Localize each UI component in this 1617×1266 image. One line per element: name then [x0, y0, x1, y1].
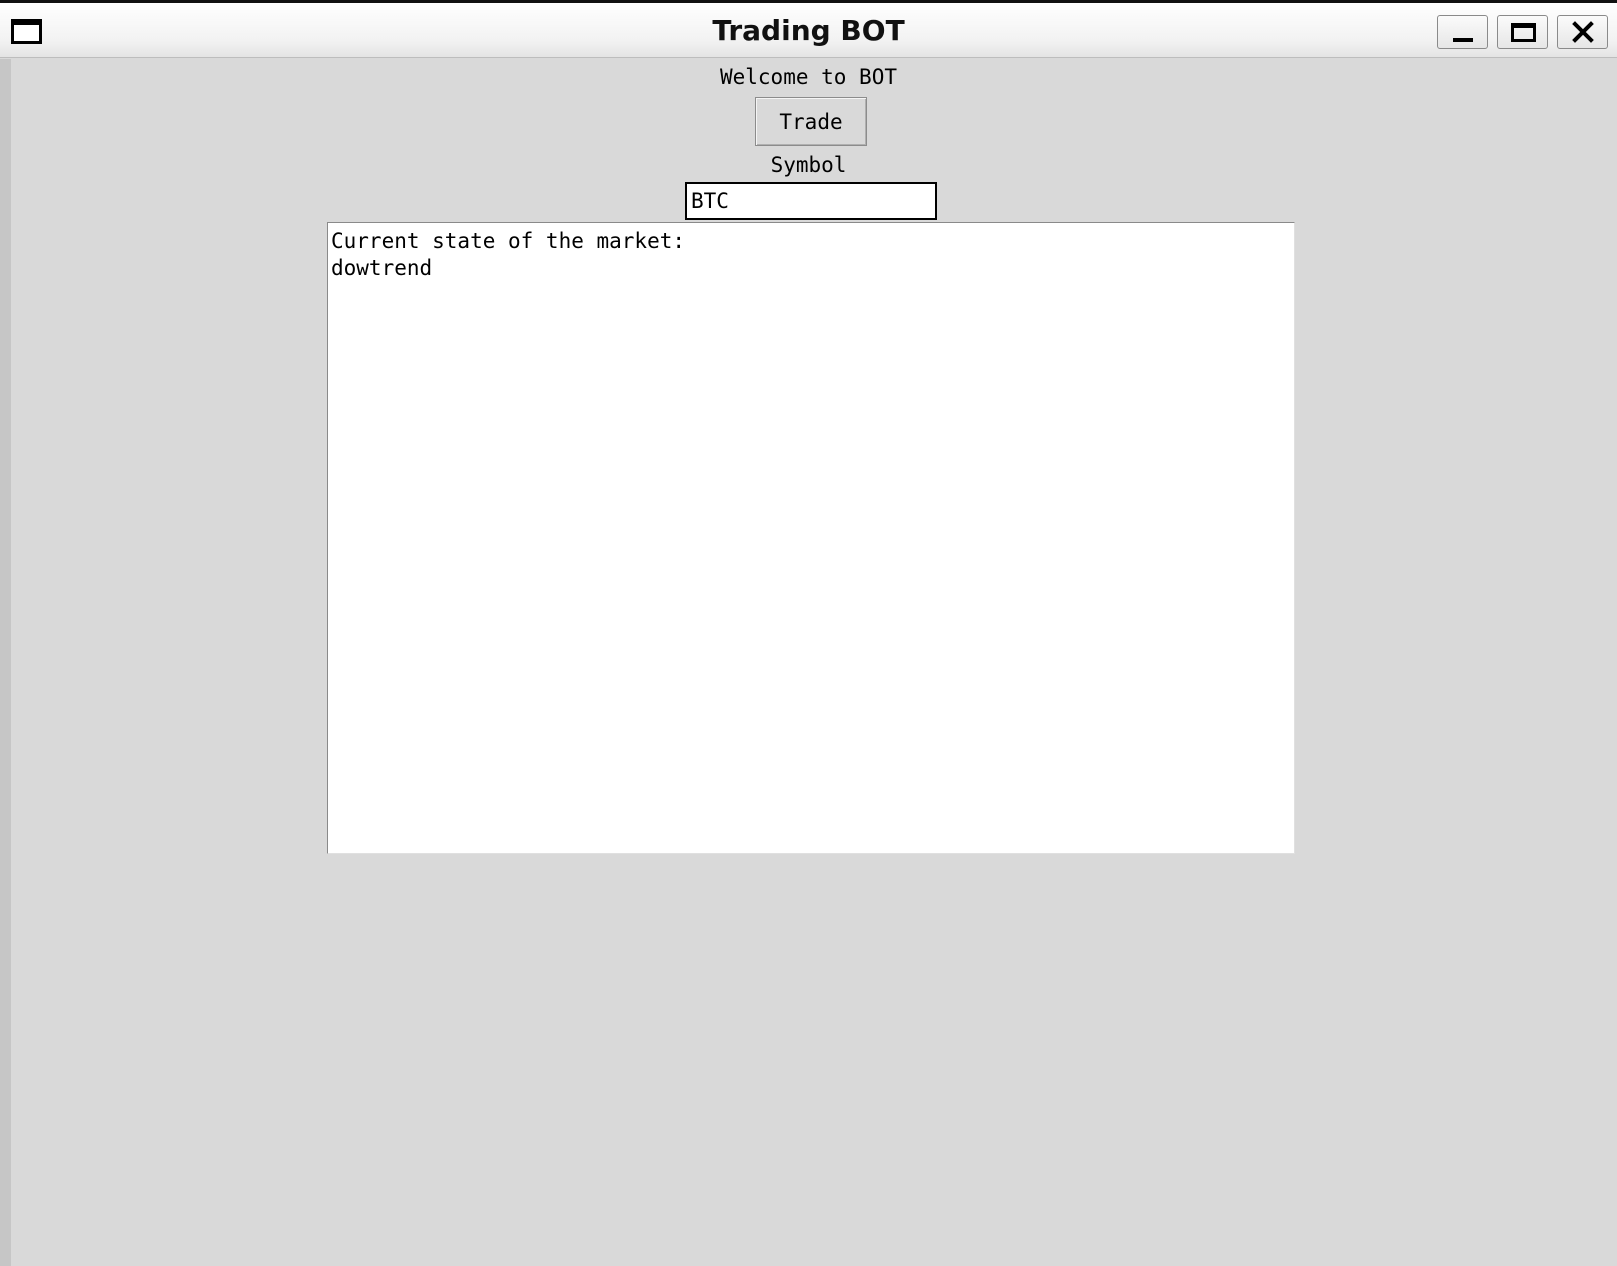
output-line: dowtrend	[331, 256, 433, 280]
welcome-label: Welcome to BOT	[719, 65, 897, 89]
maximize-button[interactable]	[1497, 15, 1548, 49]
app-window: Trading BOT Welcome to BOT Trade Symbol …	[0, 0, 1617, 1266]
title-bar[interactable]: Trading BOT	[0, 3, 1617, 58]
window-left-border	[0, 59, 11, 1266]
market-output-textarea[interactable]: Current state of the market: dowtrend	[327, 222, 1295, 854]
minimize-icon	[1453, 38, 1473, 42]
maximize-icon	[1511, 23, 1536, 42]
close-icon	[1558, 16, 1607, 48]
close-button[interactable]	[1557, 15, 1608, 49]
window-menu-icon[interactable]	[11, 19, 42, 44]
symbol-label: Symbol	[770, 153, 847, 177]
minimize-button[interactable]	[1437, 15, 1488, 49]
symbol-input[interactable]	[685, 182, 937, 220]
trade-button[interactable]: Trade	[755, 97, 867, 146]
window-title: Trading BOT	[712, 14, 905, 47]
output-line: Current state of the market:	[331, 229, 686, 253]
